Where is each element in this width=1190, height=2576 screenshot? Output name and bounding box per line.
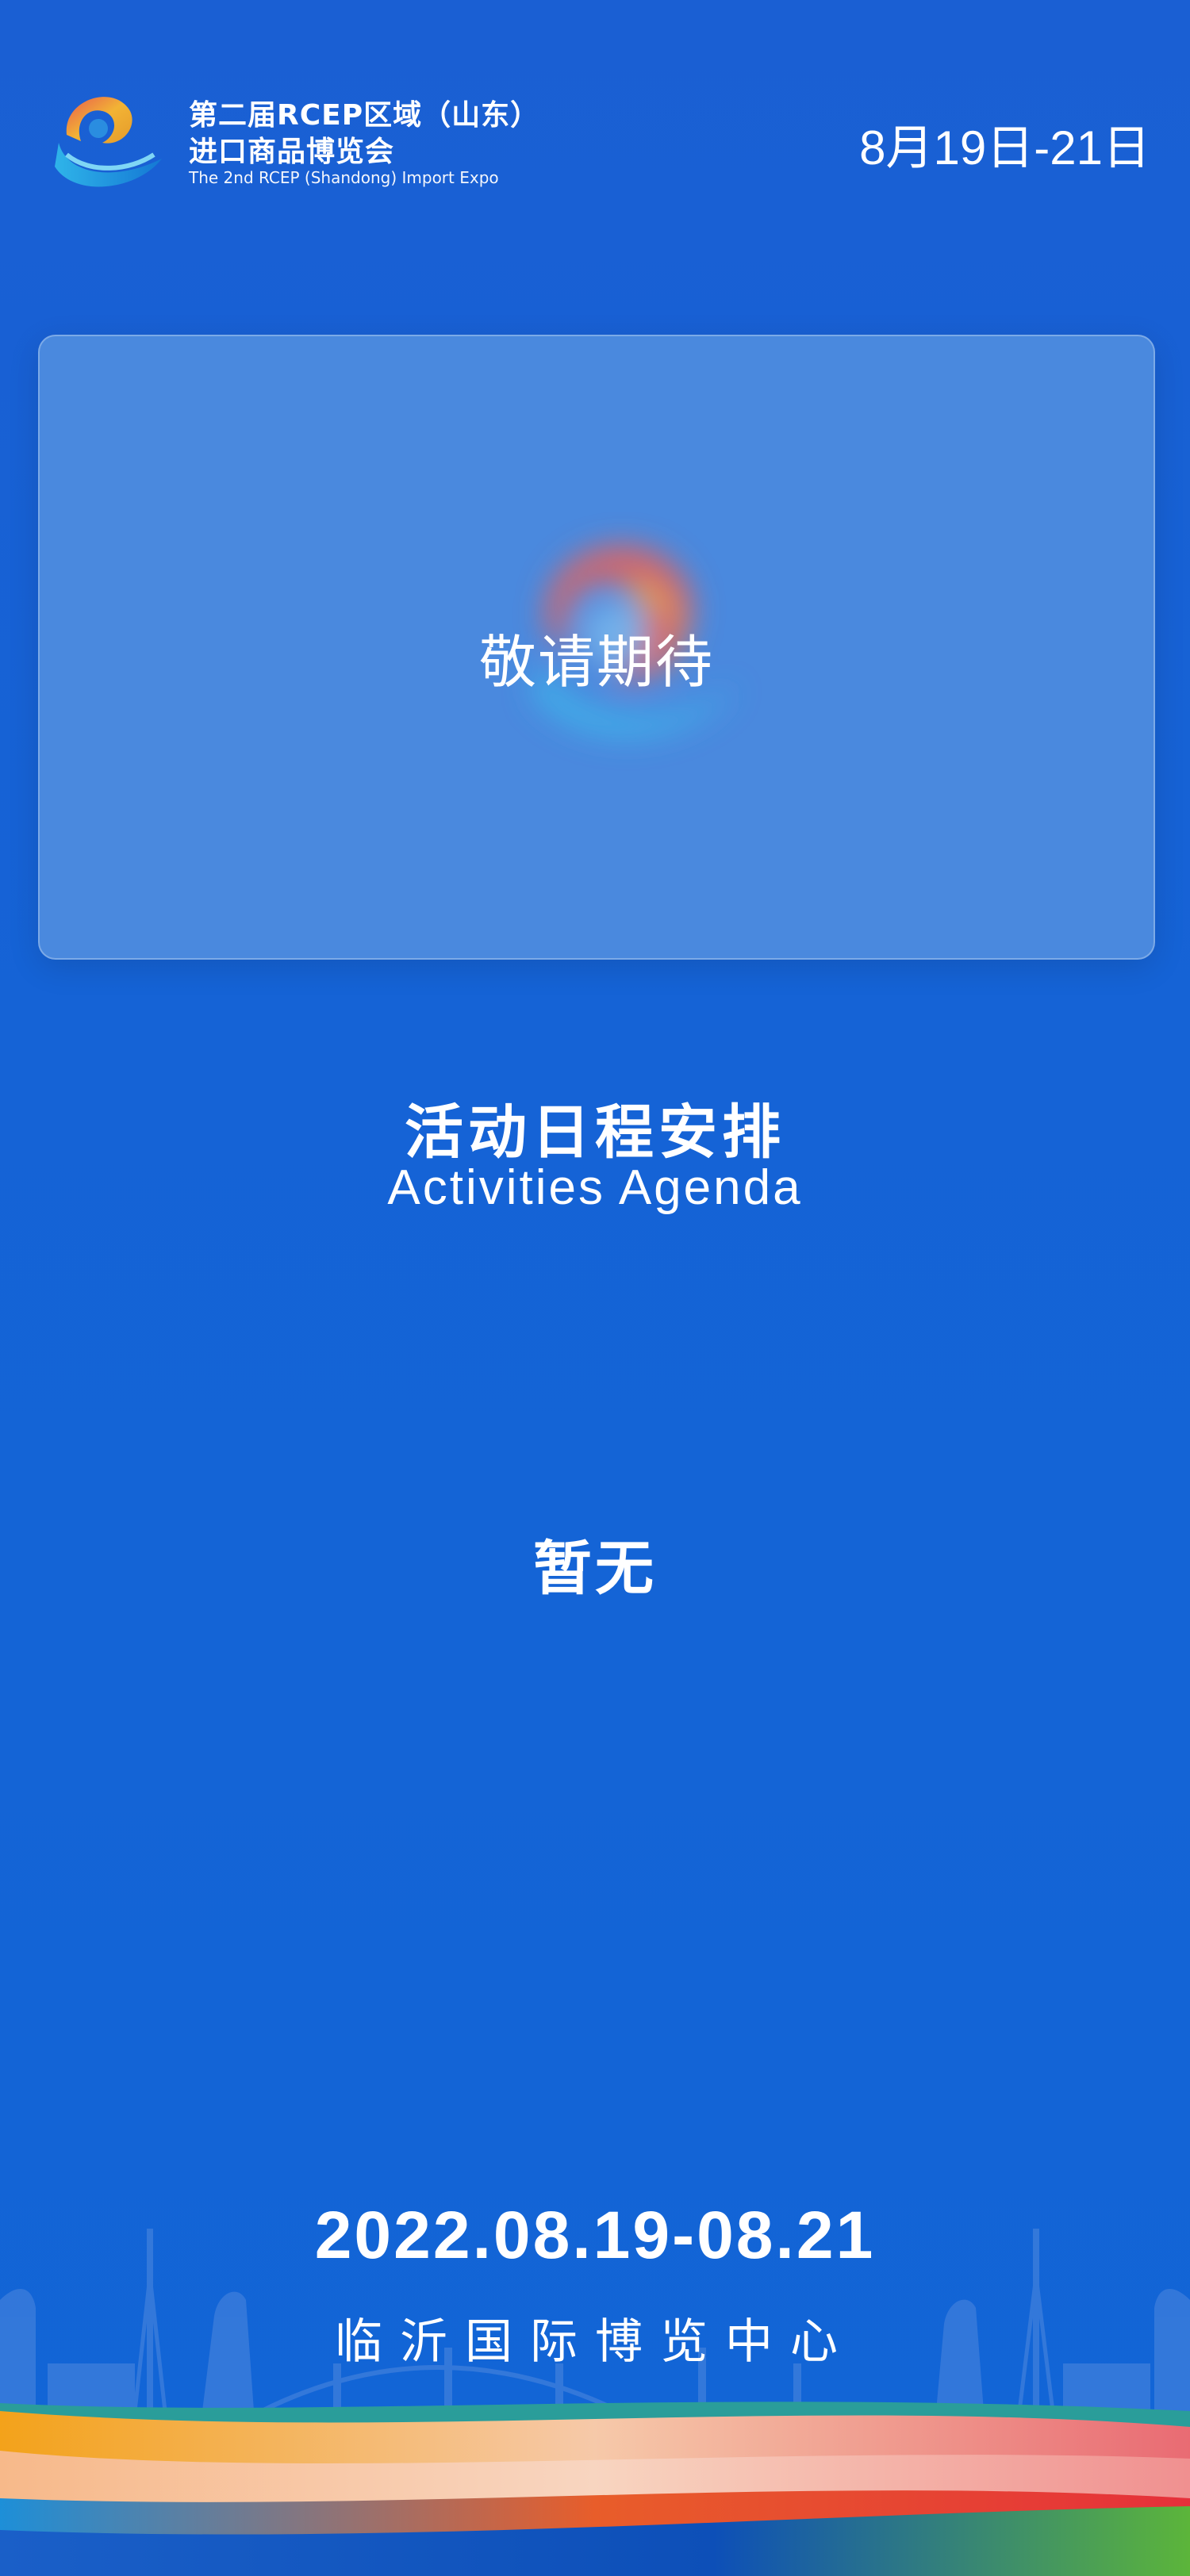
header-date: 8月19日-21日 — [859, 121, 1150, 174]
agenda-title-cn: 活动日程安排 — [405, 1098, 785, 1167]
header: 第二届RCEP区域（山东） 进口商品博览会 The 2nd RCEP (Shan… — [0, 0, 1190, 238]
expo-logo-icon — [55, 97, 162, 187]
banner-card[interactable]: 敬请期待 — [38, 335, 1155, 960]
footer-venue: 临沂国际博览中心 — [335, 2314, 855, 2370]
expo-title-en: The 2nd RCEP (Shandong) Import Expo — [189, 168, 499, 187]
footer-date-range: 2022.08.19-08.21 — [314, 2198, 876, 2272]
agenda-title-en: Activities Agenda — [387, 1160, 803, 1215]
agenda-empty-text: 暂无 — [533, 1535, 657, 1603]
colorful-ribbons-decoration — [0, 2402, 1190, 2576]
expo-title-line2: 进口商品博览会 — [189, 136, 395, 168]
banner-coming-soon-text: 敬请期待 — [478, 629, 714, 696]
expo-title-line1: 第二届RCEP区域（山东） — [189, 99, 540, 132]
